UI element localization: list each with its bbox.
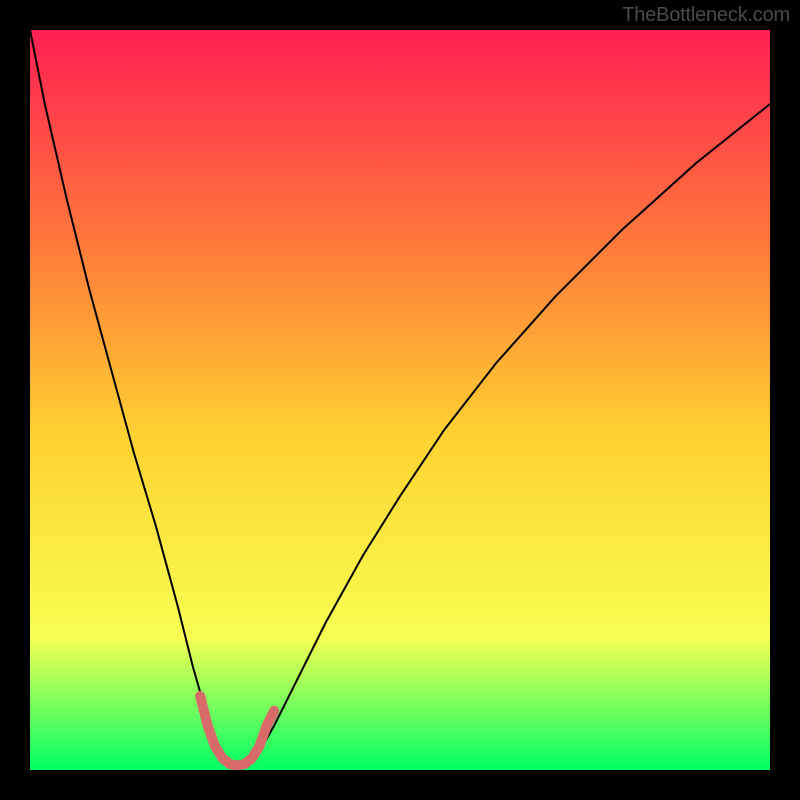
chart-outer-frame: TheBottleneck.com <box>0 0 800 800</box>
plot-area <box>30 30 770 770</box>
gradient-background <box>30 30 770 770</box>
watermark-text: TheBottleneck.com <box>622 4 790 27</box>
chart-svg <box>30 30 770 770</box>
